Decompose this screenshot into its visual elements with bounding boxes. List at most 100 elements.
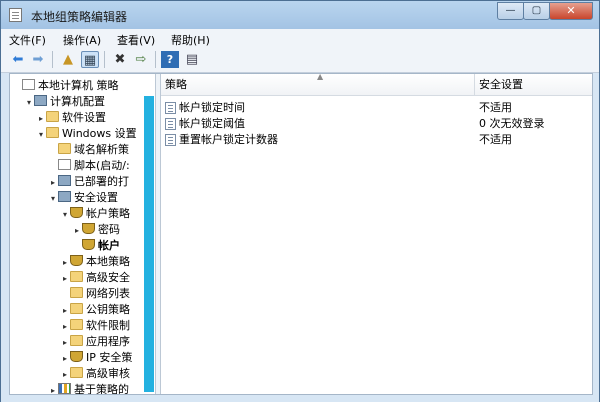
expand-arrow-icon[interactable]: ▸ bbox=[60, 271, 70, 287]
tree-node[interactable]: 本地计算机 策略 bbox=[12, 78, 119, 94]
minimize-button[interactable]: — bbox=[497, 2, 524, 20]
expand-arrow-icon[interactable]: ▾ bbox=[48, 191, 58, 207]
shield-icon bbox=[82, 239, 95, 250]
expand-arrow-icon[interactable]: ▾ bbox=[36, 127, 46, 143]
export-list-icon[interactable]: ⇨ bbox=[132, 51, 150, 68]
tree-node-label: 本地计算机 策略 bbox=[38, 79, 119, 92]
tree-node[interactable]: 帐户 bbox=[72, 238, 120, 254]
toolbar-separator bbox=[155, 51, 156, 68]
tree-node-label: 基于策略的 bbox=[74, 383, 129, 394]
close-button[interactable]: ✕ bbox=[549, 2, 593, 20]
policy-name: 帐户锁定时间 bbox=[179, 101, 245, 114]
expand-arrow-icon[interactable]: ▸ bbox=[48, 383, 58, 394]
menu-bar: 文件(F) 操作(A) 查看(V) 帮助(H) bbox=[1, 29, 599, 47]
show-hide-tree-icon[interactable]: ▦ bbox=[81, 51, 99, 68]
policy-name: 重置帐户锁定计数器 bbox=[179, 133, 278, 146]
up-folder-icon[interactable]: ▲ bbox=[59, 51, 77, 68]
shield-icon bbox=[70, 351, 83, 362]
console-tree: 本地计算机 策略 ▾ 计算机配置 ▸ 软件设置 ▾ Windows 设置域名解析策 脚本(启动… bbox=[10, 74, 155, 394]
expand-arrow-icon[interactable]: ▸ bbox=[48, 175, 58, 191]
window-title: 本地组策略编辑器 bbox=[31, 10, 128, 24]
tree-node[interactable]: ▸ 高级安全 bbox=[60, 270, 130, 286]
tree-node[interactable]: ▸ 已部署的打 bbox=[48, 174, 129, 190]
back-arrow-icon[interactable]: ⬅ bbox=[9, 51, 27, 68]
table-row[interactable]: 帐户锁定时间 不适用 bbox=[161, 100, 592, 116]
tree-node[interactable]: ▸ 软件设置 bbox=[36, 110, 106, 126]
policy-item-icon bbox=[165, 102, 176, 114]
tree-node-label: 软件设置 bbox=[62, 111, 106, 124]
policy-name: 帐户锁定阈值 bbox=[179, 117, 245, 130]
folder-icon bbox=[46, 127, 59, 138]
tree-node[interactable]: 域名解析策 bbox=[48, 142, 129, 158]
doc-icon bbox=[58, 159, 71, 170]
tree-node[interactable]: ▾ 帐户策略 bbox=[60, 206, 130, 222]
expand-arrow-icon[interactable]: ▾ bbox=[24, 95, 34, 111]
tree-node-label: 帐户策略 bbox=[86, 207, 130, 220]
policy-item-icon bbox=[165, 118, 176, 130]
tree-node[interactable]: ▸ 应用程序 bbox=[60, 334, 130, 350]
expand-arrow-icon[interactable]: ▸ bbox=[36, 111, 46, 127]
title-bar[interactable]: 本地组策略编辑器 — ▢ ✕ bbox=[1, 1, 599, 29]
tree-node-label: 本地策略 bbox=[86, 255, 130, 268]
table-row[interactable]: 帐户锁定阈值 0 次无效登录 bbox=[161, 116, 592, 132]
expand-arrow-icon[interactable]: ▸ bbox=[72, 223, 82, 239]
policy-item-icon bbox=[165, 134, 176, 146]
properties-icon[interactable]: ▤ bbox=[183, 51, 201, 68]
expand-arrow-icon[interactable]: ▾ bbox=[60, 207, 70, 223]
security-setting-value: 0 次无效登录 bbox=[479, 117, 545, 130]
expand-arrow-icon[interactable]: ▸ bbox=[60, 335, 70, 351]
tree-node[interactable]: ▸ 公钥策略 bbox=[60, 302, 130, 318]
expand-arrow-icon[interactable]: ▸ bbox=[60, 351, 70, 367]
forward-arrow-icon[interactable]: ➡ bbox=[29, 51, 47, 68]
column-header-security-setting[interactable]: 安全设置 bbox=[475, 74, 592, 96]
toolbar-separator bbox=[104, 51, 105, 68]
help-icon[interactable]: ? bbox=[161, 51, 179, 68]
tree-node[interactable]: ▸ 软件限制 bbox=[60, 318, 130, 334]
tree-node[interactable]: 脚本(启动/: bbox=[48, 158, 130, 174]
tree-node-label: 网络列表 bbox=[86, 287, 130, 300]
expand-arrow-icon[interactable]: ▸ bbox=[60, 367, 70, 383]
tree-node-label: 计算机配置 bbox=[50, 95, 105, 108]
tree-node[interactable]: ▸ 密码 bbox=[72, 222, 120, 238]
tree-node[interactable]: ▸ 本地策略 bbox=[60, 254, 130, 270]
tree-node-label: 应用程序 bbox=[86, 335, 130, 348]
computer-icon bbox=[34, 95, 47, 106]
delete-icon[interactable]: ✖ bbox=[111, 51, 129, 68]
tree-node-label: 安全设置 bbox=[74, 191, 118, 204]
expand-arrow-icon[interactable]: ▸ bbox=[60, 303, 70, 319]
table-row[interactable]: 重置帐户锁定计数器 不适用 bbox=[161, 132, 592, 148]
toolbar: ⬅ ➡ ▲ ▦ ✖ ⇨ ? ▤ bbox=[1, 47, 599, 73]
tree-node[interactable]: 网络列表 bbox=[60, 286, 130, 302]
chart-icon bbox=[58, 383, 71, 394]
tree-node-label: Windows 设置 bbox=[62, 127, 137, 140]
tree-node[interactable]: ▾ Windows 设置 bbox=[36, 126, 137, 142]
expand-arrow-icon[interactable]: ▸ bbox=[60, 319, 70, 335]
tree-node[interactable]: ▸ IP 安全策 bbox=[60, 350, 132, 366]
content-area: 本地计算机 策略 ▾ 计算机配置 ▸ 软件设置 ▾ Windows 设置域名解析策 脚本(启动… bbox=[9, 72, 593, 395]
tree-scrollbar[interactable] bbox=[144, 96, 154, 392]
tree-node-label: 高级审核 bbox=[86, 367, 130, 380]
group-policy-editor-window: 本地组策略编辑器 — ▢ ✕ 文件(F) 操作(A) 查看(V) 帮助(H) ⬅… bbox=[0, 0, 600, 402]
doc-icon bbox=[22, 79, 35, 90]
menu-file[interactable]: 文件(F) bbox=[9, 32, 46, 48]
folder-icon bbox=[46, 111, 59, 122]
status-bar bbox=[1, 395, 599, 402]
window-controls: — ▢ ✕ bbox=[497, 2, 593, 20]
column-header-policy[interactable]: 策略 bbox=[161, 74, 474, 96]
tree-node-label: 软件限制 bbox=[86, 319, 130, 332]
menu-help[interactable]: 帮助(H) bbox=[171, 32, 210, 48]
tree-node[interactable]: ▸ 高级审核 bbox=[60, 366, 130, 382]
tree-node-label: 脚本(启动/: bbox=[74, 159, 130, 172]
tree-node-label: 已部署的打 bbox=[74, 175, 129, 188]
tree-node-label: 公钥策略 bbox=[86, 303, 130, 316]
maximize-button[interactable]: ▢ bbox=[523, 2, 550, 20]
tree-node[interactable]: ▾ 计算机配置 bbox=[24, 94, 105, 110]
tree-node[interactable]: ▾ 安全设置 bbox=[48, 190, 118, 206]
list-header: ▲ 策略 安全设置 bbox=[161, 72, 592, 96]
tree-node-label: 高级安全 bbox=[86, 271, 130, 284]
menu-view[interactable]: 查看(V) bbox=[117, 32, 155, 48]
folder-icon bbox=[58, 143, 71, 154]
expand-arrow-icon[interactable]: ▸ bbox=[60, 255, 70, 271]
tree-node[interactable]: ▸ 基于策略的 bbox=[48, 382, 129, 394]
menu-action[interactable]: 操作(A) bbox=[63, 32, 101, 48]
